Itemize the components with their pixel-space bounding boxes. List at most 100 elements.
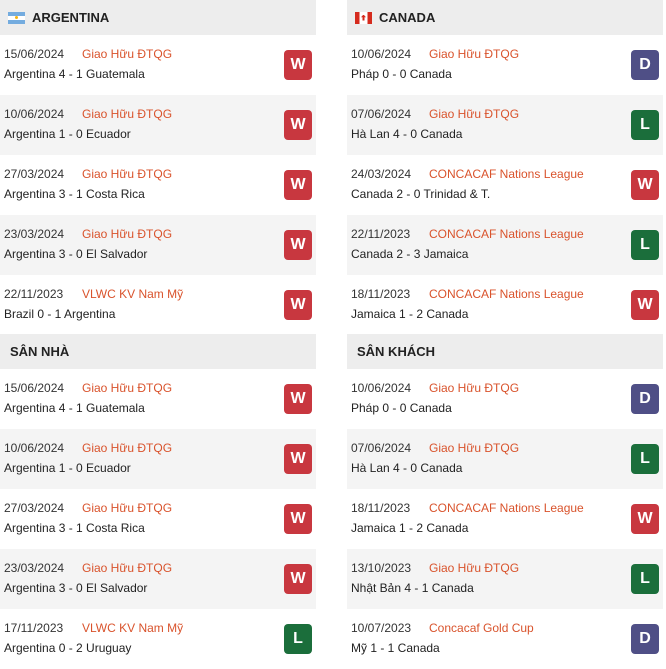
competition-link[interactable]: Giao Hữu ĐTQG [82, 167, 172, 181]
match-row[interactable]: 10/07/2023 Concacaf Gold Cup Mỹ 1 - 1 Cana… [347, 609, 663, 669]
match-row[interactable]: 15/06/2024 Giao Hữu ĐTQG Argentina 4 - 1 G… [0, 35, 316, 95]
match-date: 17/11/2023 [4, 621, 64, 635]
match-date: 07/06/2024 [351, 107, 412, 121]
competition-link[interactable]: Giao Hữu ĐTQG [429, 561, 519, 575]
match-score: Mỹ 1 - 1 Canada [351, 641, 440, 655]
match-date: 23/03/2024 [4, 561, 65, 575]
competition-link[interactable]: CONCACAF Nations League [429, 167, 584, 181]
away-panel: SÂN KHÁCH 10/06/2024 Giao Hữu ĐTQG Pháp 0 … [347, 334, 663, 669]
argentina-flag-icon [8, 11, 25, 24]
match-score: Canada 2 - 3 Jamaica [351, 247, 469, 261]
match-row[interactable]: 07/06/2024 Giao Hữu ĐTQG Hà Lan 4 - 0 Cana… [347, 429, 663, 489]
result-badge: D [631, 624, 659, 654]
competition-link[interactable]: Giao Hữu ĐTQG [82, 441, 172, 455]
match-date: 27/03/2024 [4, 167, 65, 181]
match-row[interactable]: 10/06/2024 Giao Hữu ĐTQG Argentina 1 - 0 E… [0, 95, 316, 155]
result-badge: L [284, 624, 312, 654]
match-row[interactable]: 10/06/2024 Giao Hữu ĐTQG Pháp 0 - 0 Canada… [347, 369, 663, 429]
competition-link[interactable]: CONCACAF Nations League [429, 227, 584, 241]
result-badge: W [284, 110, 312, 140]
match-date: 27/03/2024 [4, 501, 65, 515]
match-score: Argentina 4 - 1 Guatemala [4, 67, 145, 81]
match-row[interactable]: 13/10/2023 Giao Hữu ĐTQG Nhật Bản 4 - 1 Ca… [347, 549, 663, 609]
competition-link[interactable]: Giao Hữu ĐTQG [82, 227, 172, 241]
match-list: 10/06/2024 Giao Hữu ĐTQG Pháp 0 - 0 Canada… [347, 369, 663, 669]
result-badge: W [284, 384, 312, 414]
panel-header-canada: CANADA [347, 0, 663, 35]
match-row[interactable]: 22/11/2023 CONCACAF Nations League Canada … [347, 215, 663, 275]
match-date: 22/11/2023 [351, 227, 411, 241]
result-badge: W [284, 290, 312, 320]
match-score: Brazil 0 - 1 Argentina [4, 307, 116, 321]
match-date: 10/06/2024 [4, 107, 65, 121]
match-row[interactable]: 27/03/2024 Giao Hữu ĐTQG Argentina 3 - 1 C… [0, 489, 316, 549]
competition-link[interactable]: Concacaf Gold Cup [429, 621, 534, 635]
match-score: Argentina 3 - 0 El Salvador [4, 581, 148, 595]
match-row[interactable]: 22/11/2023 VLWC KV Nam Mỹ Brazil 0 - 1 Arg… [0, 275, 316, 335]
match-date: 10/06/2024 [4, 441, 65, 455]
match-row[interactable]: 24/03/2024 CONCACAF Nations League Canada … [347, 155, 663, 215]
match-list: 15/06/2024 Giao Hữu ĐTQG Argentina 4 - 1 G… [0, 369, 316, 669]
competition-link[interactable]: Giao Hữu ĐTQG [82, 561, 172, 575]
match-date: 24/03/2024 [351, 167, 412, 181]
match-row[interactable]: 23/03/2024 Giao Hữu ĐTQG Argentina 3 - 0 E… [0, 549, 316, 609]
match-row[interactable]: 18/11/2023 CONCACAF Nations League Jamaica… [347, 275, 663, 335]
competition-link[interactable]: Giao Hữu ĐTQG [429, 441, 519, 455]
result-badge: W [284, 170, 312, 200]
panel-title: SÂN KHÁCH [357, 344, 435, 359]
match-score: Argentina 1 - 0 Ecuador [4, 127, 131, 141]
match-score: Argentina 3 - 1 Costa Rica [4, 521, 145, 535]
match-list: 10/06/2024 Giao Hữu ĐTQG Pháp 0 - 0 Canada… [347, 35, 663, 335]
result-badge: W [284, 564, 312, 594]
panel-title: SÂN NHÀ [10, 344, 70, 359]
competition-link[interactable]: Giao Hữu ĐTQG [82, 501, 172, 515]
match-row[interactable]: 07/06/2024 Giao Hữu ĐTQG Hà Lan 4 - 0 Cana… [347, 95, 663, 155]
competition-link[interactable]: VLWC KV Nam Mỹ [82, 287, 183, 301]
canada-flag-icon [355, 11, 372, 24]
competition-link[interactable]: Giao Hữu ĐTQG [429, 107, 519, 121]
match-row[interactable]: 10/06/2024 Giao Hữu ĐTQG Argentina 1 - 0 E… [0, 429, 316, 489]
competition-link[interactable]: Giao Hữu ĐTQG [429, 381, 519, 395]
result-badge: D [631, 50, 659, 80]
match-score: Canada 2 - 0 Trinidad & T. [351, 187, 491, 201]
match-date: 07/06/2024 [351, 441, 412, 455]
match-date: 23/03/2024 [4, 227, 65, 241]
competition-link[interactable]: CONCACAF Nations League [429, 287, 584, 301]
match-score: Argentina 0 - 2 Uruguay [4, 641, 132, 655]
match-date: 18/11/2023 [351, 501, 411, 515]
match-row[interactable]: 15/06/2024 Giao Hữu ĐTQG Argentina 4 - 1 G… [0, 369, 316, 429]
match-score: Pháp 0 - 0 Canada [351, 401, 452, 415]
competition-link[interactable]: Giao Hữu ĐTQG [82, 47, 172, 61]
home-panel: SÂN NHÀ 15/06/2024 Giao Hữu ĐTQG Argentina… [0, 334, 316, 669]
competition-link[interactable]: Giao Hữu ĐTQG [82, 107, 172, 121]
match-list: 15/06/2024 Giao Hữu ĐTQG Argentina 4 - 1 G… [0, 35, 316, 335]
competition-link[interactable]: Giao Hữu ĐTQG [429, 47, 519, 61]
result-badge: W [284, 444, 312, 474]
panel-title: ARGENTINA [32, 10, 110, 25]
result-badge: W [631, 290, 659, 320]
match-score: Pháp 0 - 0 Canada [351, 67, 452, 81]
result-badge: W [284, 230, 312, 260]
panel-header-away: SÂN KHÁCH [347, 334, 663, 369]
competition-link[interactable]: VLWC KV Nam Mỹ [82, 621, 183, 635]
match-date: 10/06/2024 [351, 47, 412, 61]
match-date: 10/06/2024 [351, 381, 412, 395]
match-score: Hà Lan 4 - 0 Canada [351, 461, 463, 475]
result-badge: L [631, 444, 659, 474]
match-score: Argentina 1 - 0 Ecuador [4, 461, 131, 475]
competition-link[interactable]: Giao Hữu ĐTQG [82, 381, 172, 395]
match-score: Argentina 3 - 0 El Salvador [4, 247, 148, 261]
competition-link[interactable]: CONCACAF Nations League [429, 501, 584, 515]
result-badge: W [631, 504, 659, 534]
match-date: 18/11/2023 [351, 287, 411, 301]
match-row[interactable]: 23/03/2024 Giao Hữu ĐTQG Argentina 3 - 0 E… [0, 215, 316, 275]
match-row[interactable]: 27/03/2024 Giao Hữu ĐTQG Argentina 3 - 1 C… [0, 155, 316, 215]
form-comparison: ARGENTINA 15/06/2024 Giao Hữu ĐTQG Argenti… [0, 0, 666, 660]
match-row[interactable]: 17/11/2023 VLWC KV Nam Mỹ Argentina 0 - 2 … [0, 609, 316, 669]
match-date: 22/11/2023 [4, 287, 64, 301]
match-row[interactable]: 10/06/2024 Giao Hữu ĐTQG Pháp 0 - 0 Canada… [347, 35, 663, 95]
canada-panel: CANADA 10/06/2024 Giao Hữu ĐTQG Pháp 0 - 0… [347, 0, 663, 335]
match-row[interactable]: 18/11/2023 CONCACAF Nations League Jamaica… [347, 489, 663, 549]
match-score: Jamaica 1 - 2 Canada [351, 521, 469, 535]
panel-header-argentina: ARGENTINA [0, 0, 316, 35]
